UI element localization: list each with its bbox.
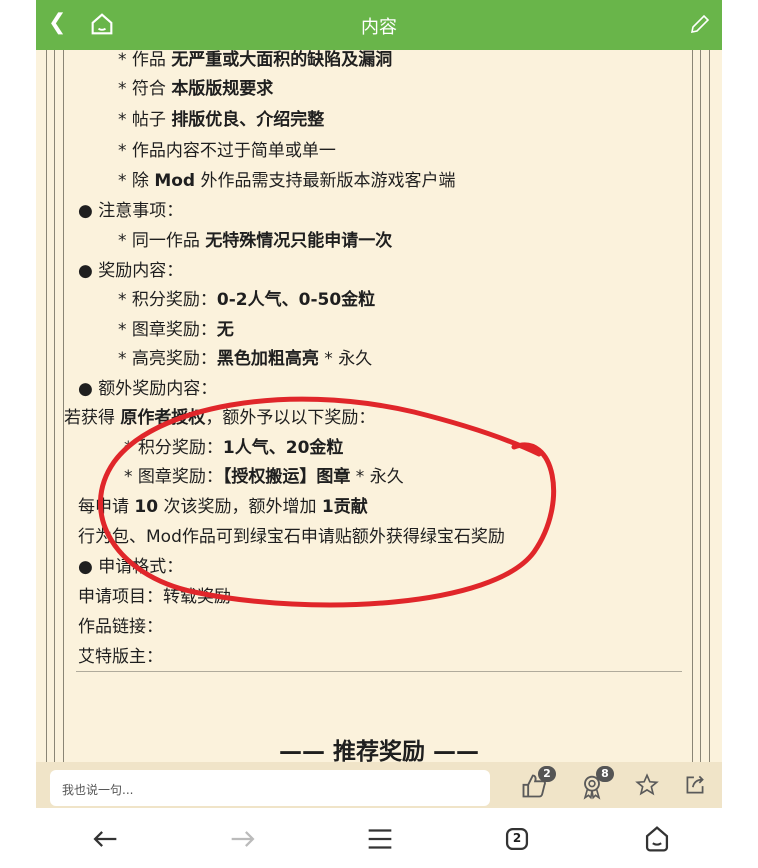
content-line: * 符合 本版版规要求 (118, 79, 274, 99)
post-content: * 作品 无严重或大面积的缺陷及漏洞 * 符合 本版版规要求 * 帖子 排版优良… (36, 50, 722, 765)
content-line: * 图章奖励：【授权搬运】图章 * 永久 (124, 467, 404, 487)
content-line: 行为包、Mod作品可到绿宝石申请贴额外获得绿宝石奖励 (78, 527, 505, 547)
content-line: ● 奖励内容： (78, 261, 184, 281)
comment-bar: 我也说一句... 2 8 (36, 762, 722, 808)
content-line: * 积分奖励：1人气、20金粒 (124, 438, 344, 458)
top-bar: ❮ 内容 (36, 0, 722, 50)
content-line: * 高亮奖励：黑色加粗高亮 * 永久 (118, 349, 373, 369)
content-line: * 图章奖励：无 (118, 320, 234, 340)
app-window: ❮ 内容 * 作品 无严重或大面积的缺陷及漏洞 * 符合 本版版规要求 * 帖子… (36, 0, 722, 808)
menu-icon[interactable] (363, 822, 397, 856)
home-nav-icon[interactable] (640, 822, 674, 856)
content-line: 艾特版主： (78, 647, 163, 667)
back-arrow-icon[interactable] (88, 822, 122, 856)
content-line: * 积分奖励：0-2人气、0-50金粒 (118, 290, 376, 310)
browser-nav-bar: 2 (0, 808, 758, 868)
star-icon (635, 773, 659, 796)
left-border-decoration (46, 50, 64, 762)
content-line: 每申请 10 次该奖励，额外增加 1贡献 (78, 497, 368, 517)
comment-input[interactable]: 我也说一句... (50, 770, 490, 806)
content-line: ● 额外奖励内容： (78, 379, 218, 399)
tabs-count: 2 (512, 831, 522, 845)
content-line: ● 申请格式： (78, 557, 184, 577)
content-line: * 同一作品 无特殊情况只能申请一次 (118, 231, 393, 251)
tabs-button[interactable]: 2 (500, 822, 534, 856)
award-count-badge: 8 (596, 766, 614, 782)
content-line: 若获得 原作者授权，额外予以以下奖励： (64, 408, 376, 428)
content-line: 作品链接： (78, 617, 163, 637)
content-line: * 除 Mod 外作品需支持最新版本游戏客户端 (118, 171, 456, 191)
like-button[interactable]: 2 (520, 766, 556, 800)
content-line: 申请项目：转载奖励 (78, 587, 231, 607)
edit-icon[interactable] (688, 12, 712, 36)
page-title: 内容 (361, 17, 397, 38)
share-button[interactable] (682, 772, 710, 800)
right-border-decoration (692, 50, 710, 762)
award-button[interactable]: 8 (578, 766, 614, 800)
section-divider (76, 671, 682, 672)
content-line: ● 注意事项： (78, 201, 184, 221)
content-line: * 作品内容不过于简单或单一 (118, 141, 336, 161)
like-count-badge: 2 (538, 766, 556, 782)
content-line: * 作品 无严重或大面积的缺陷及漏洞 (118, 50, 393, 70)
favorite-button[interactable] (634, 772, 662, 800)
forward-arrow-icon[interactable] (226, 822, 260, 856)
section-heading: —— 推荐奖励 —— (278, 739, 479, 765)
share-icon (686, 775, 704, 794)
content-line: * 帖子 排版优良、介绍完整 (118, 110, 325, 130)
